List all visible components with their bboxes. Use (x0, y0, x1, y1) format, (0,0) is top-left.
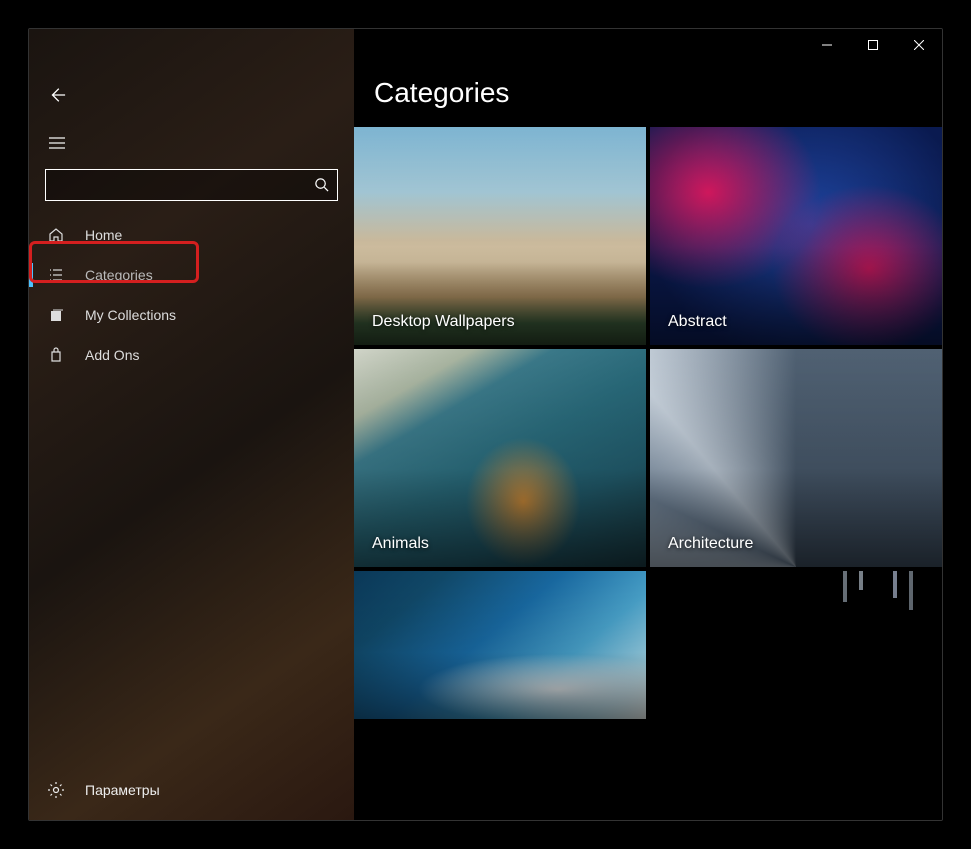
page-title: Categories (374, 77, 942, 109)
hamburger-icon (49, 137, 65, 149)
minimize-button[interactable] (804, 29, 850, 61)
tile-label: Desktop Wallpapers (372, 313, 515, 331)
tile-label: Abstract (668, 313, 727, 331)
collections-icon (47, 307, 65, 323)
category-grid: Desktop Wallpapers Abstract Animals Arch… (354, 127, 942, 719)
sidebar: Home Categories My Collections Add Ons (29, 29, 354, 820)
sidebar-footer: Параметры (29, 770, 354, 820)
maximize-icon (868, 40, 878, 50)
tile-label: Architecture (668, 535, 753, 553)
window-controls (804, 29, 942, 61)
home-icon (47, 227, 65, 243)
arrow-left-icon (48, 86, 66, 104)
sidebar-item-label: Categories (85, 267, 153, 283)
category-tile-desktop-wallpapers[interactable]: Desktop Wallpapers (354, 127, 646, 345)
settings-label: Параметры (85, 782, 160, 798)
search-input[interactable] (45, 169, 338, 201)
sidebar-nav: Home Categories My Collections Add Ons (29, 215, 354, 375)
sidebar-item-label: My Collections (85, 307, 176, 323)
search-container (45, 169, 338, 201)
bag-icon (47, 347, 65, 363)
minimize-icon (822, 40, 832, 50)
category-tile-abstract[interactable]: Abstract (650, 127, 942, 345)
sidebar-item-label: Add Ons (85, 347, 139, 363)
close-icon (914, 40, 924, 50)
sidebar-item-home[interactable]: Home (29, 215, 354, 255)
category-tile-animals[interactable]: Animals (354, 349, 646, 567)
back-button[interactable] (33, 71, 81, 119)
category-tile-architecture[interactable]: Architecture (650, 349, 942, 567)
sidebar-item-categories[interactable]: Categories (29, 255, 354, 295)
sidebar-top (29, 29, 354, 215)
gear-icon (47, 781, 65, 799)
category-tile-6[interactable] (650, 571, 942, 719)
list-icon (47, 267, 65, 283)
settings-button[interactable]: Параметры (29, 770, 354, 810)
sidebar-item-collections[interactable]: My Collections (29, 295, 354, 335)
sidebar-item-addons[interactable]: Add Ons (29, 335, 354, 375)
app-window: Home Categories My Collections Add Ons (28, 28, 943, 821)
main-content: Categories Desktop Wallpapers Abstract A… (354, 29, 942, 820)
sidebar-item-label: Home (85, 227, 122, 243)
close-button[interactable] (896, 29, 942, 61)
tile-label: Animals (372, 535, 429, 553)
maximize-button[interactable] (850, 29, 896, 61)
category-tile-5[interactable] (354, 571, 646, 719)
search-icon (314, 177, 330, 193)
hamburger-button[interactable] (33, 123, 81, 163)
